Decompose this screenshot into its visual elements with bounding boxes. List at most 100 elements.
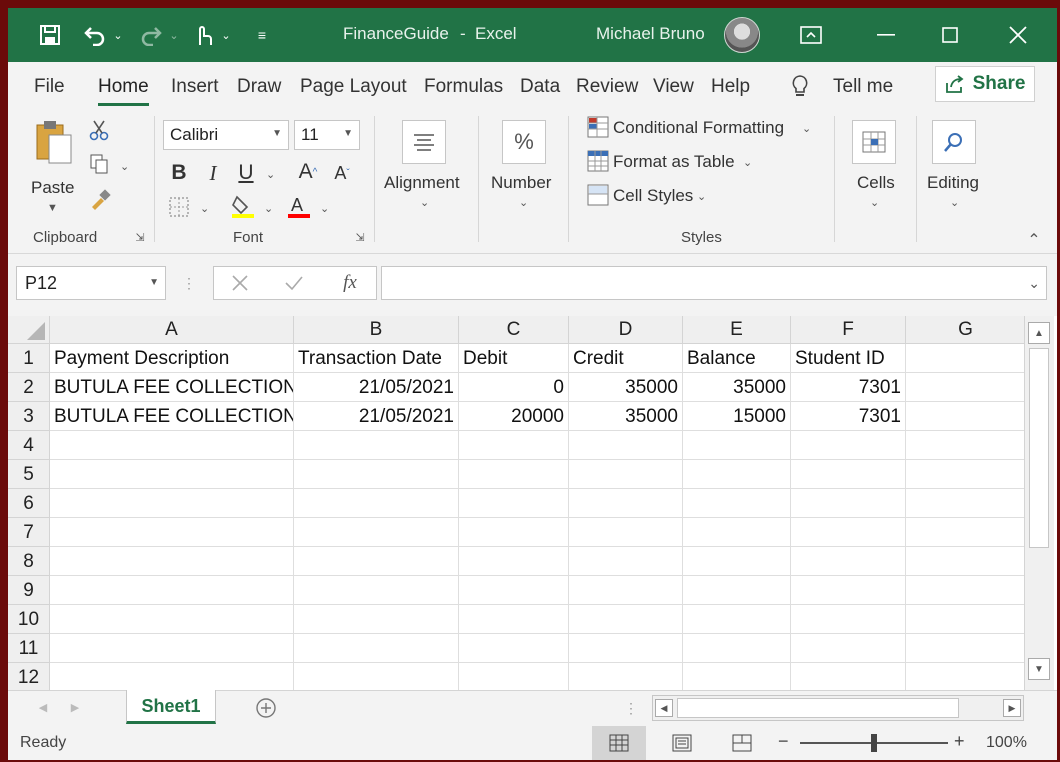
- conditional-formatting-icon[interactable]: [586, 114, 610, 140]
- touch-mode-icon[interactable]: [190, 22, 216, 48]
- zoom-slider[interactable]: [800, 734, 948, 752]
- next-sheet-icon[interactable]: ▶: [68, 699, 82, 715]
- cell-A11[interactable]: [50, 634, 294, 663]
- redo-dropdown-icon[interactable]: ⌄: [168, 22, 180, 48]
- cell-C1[interactable]: Debit: [459, 344, 569, 373]
- tab-formulas[interactable]: Formulas: [424, 76, 503, 98]
- cell-B1[interactable]: Transaction Date: [294, 344, 459, 373]
- cell-E4[interactable]: [683, 431, 791, 460]
- zoom-in-icon[interactable]: +: [954, 731, 965, 752]
- number-format-icon[interactable]: %: [502, 120, 546, 164]
- cell-styles-label[interactable]: Cell Styles: [613, 186, 693, 206]
- user-name[interactable]: Michael Bruno: [596, 24, 705, 44]
- cell-F5[interactable]: [791, 460, 906, 489]
- touch-dropdown-icon[interactable]: ⌄: [220, 22, 232, 48]
- cell-C4[interactable]: [459, 431, 569, 460]
- tab-view[interactable]: View: [653, 76, 694, 98]
- row-header[interactable]: 10: [8, 605, 50, 634]
- alignment-dropdown-icon[interactable]: ⌄: [420, 196, 429, 209]
- redo-icon[interactable]: [136, 22, 166, 48]
- cell-F8[interactable]: [791, 547, 906, 576]
- cell-F2[interactable]: 7301: [791, 373, 906, 402]
- zoom-out-icon[interactable]: −: [778, 731, 789, 752]
- minimize-icon[interactable]: [874, 22, 898, 48]
- row-header[interactable]: 7: [8, 518, 50, 547]
- cell-A1[interactable]: Payment Description: [50, 344, 294, 373]
- cell-F9[interactable]: [791, 576, 906, 605]
- cell-G2[interactable]: [906, 373, 1024, 402]
- collapse-ribbon-icon[interactable]: ⌃: [1024, 232, 1044, 249]
- tab-help[interactable]: Help: [711, 76, 750, 98]
- worksheet-grid[interactable]: ABCDEFG 1 2 3 4 5 6 7 8 9 10 11 12 Payment Descript…: [8, 316, 1024, 690]
- decrease-font-icon[interactable]: Aˇ: [330, 160, 354, 186]
- new-sheet-icon[interactable]: [254, 696, 278, 720]
- page-layout-view-icon[interactable]: [668, 726, 696, 760]
- name-box-dropdown-icon[interactable]: ▼: [149, 277, 159, 288]
- increase-font-icon[interactable]: A ^: [296, 158, 320, 186]
- borders-dropdown-icon[interactable]: ⌄: [200, 202, 209, 215]
- column-header[interactable]: E: [683, 316, 791, 344]
- cell-D9[interactable]: [569, 576, 683, 605]
- cell-E7[interactable]: [683, 518, 791, 547]
- avatar[interactable]: [724, 17, 760, 53]
- cell-A6[interactable]: [50, 489, 294, 518]
- row-header[interactable]: 3: [8, 402, 50, 431]
- save-icon[interactable]: [36, 22, 64, 48]
- cell-A5[interactable]: [50, 460, 294, 489]
- cell-D10[interactable]: [569, 605, 683, 634]
- insert-function-icon[interactable]: fx: [336, 270, 364, 296]
- sheet-tab-sheet1[interactable]: Sheet1: [126, 690, 216, 724]
- cell-G3[interactable]: [906, 402, 1024, 431]
- normal-view-icon[interactable]: [592, 726, 646, 760]
- tab-data[interactable]: Data: [520, 76, 560, 98]
- undo-dropdown-icon[interactable]: ⌄: [112, 22, 124, 48]
- cell-E5[interactable]: [683, 460, 791, 489]
- enter-entry-icon[interactable]: [282, 271, 306, 295]
- cell-F11[interactable]: [791, 634, 906, 663]
- column-header[interactable]: B: [294, 316, 459, 344]
- alignment-icon[interactable]: [402, 120, 446, 164]
- font-launcher-icon[interactable]: ⇲: [353, 230, 367, 244]
- cell-C7[interactable]: [459, 518, 569, 547]
- cell-B3[interactable]: 21/05/2021: [294, 402, 459, 431]
- cell-D5[interactable]: [569, 460, 683, 489]
- cell-A4[interactable]: [50, 431, 294, 460]
- cells-icon[interactable]: [852, 120, 896, 164]
- ribbon-display-icon[interactable]: [798, 22, 824, 48]
- cell-G6[interactable]: [906, 489, 1024, 518]
- bold-icon[interactable]: B: [168, 160, 190, 186]
- undo-icon[interactable]: [80, 22, 110, 48]
- row-header[interactable]: 9: [8, 576, 50, 605]
- cell-D7[interactable]: [569, 518, 683, 547]
- underline-icon[interactable]: U: [234, 160, 258, 186]
- scroll-down-icon[interactable]: ▼: [1028, 658, 1050, 680]
- cell-D12[interactable]: [569, 663, 683, 690]
- cell-D2[interactable]: 35000: [569, 373, 683, 402]
- conditional-formatting-dropdown-icon[interactable]: ⌄: [802, 122, 811, 135]
- cell-F4[interactable]: [791, 431, 906, 460]
- cell-E11[interactable]: [683, 634, 791, 663]
- cell-F10[interactable]: [791, 605, 906, 634]
- zoom-level[interactable]: 100%: [986, 734, 1027, 752]
- format-as-table-label[interactable]: Format as Table: [613, 152, 735, 172]
- row-header[interactable]: 2: [8, 373, 50, 402]
- tab-split-grip-icon[interactable]: ⋮: [624, 697, 638, 719]
- tab-page-layout[interactable]: Page Layout: [300, 76, 407, 98]
- cell-A12[interactable]: [50, 663, 294, 690]
- expand-formula-icon[interactable]: ⌄: [1028, 275, 1040, 292]
- cell-B7[interactable]: [294, 518, 459, 547]
- customize-toolbar-icon[interactable]: ≡: [252, 22, 272, 48]
- editing-search-icon[interactable]: [932, 120, 976, 164]
- format-painter-icon[interactable]: [88, 188, 112, 212]
- cell-D6[interactable]: [569, 489, 683, 518]
- cut-icon[interactable]: [88, 118, 110, 142]
- font-name-combo[interactable]: Calibri ▼: [163, 120, 289, 150]
- paste-label[interactable]: Paste: [31, 178, 74, 198]
- horizontal-scroll-thumb[interactable]: [677, 698, 959, 718]
- row-header[interactable]: 1: [8, 344, 50, 373]
- format-as-table-icon[interactable]: [586, 148, 610, 174]
- conditional-formatting-label[interactable]: Conditional Formatting: [613, 118, 784, 138]
- cell-G10[interactable]: [906, 605, 1024, 634]
- tab-file[interactable]: File: [34, 76, 65, 98]
- cell-B6[interactable]: [294, 489, 459, 518]
